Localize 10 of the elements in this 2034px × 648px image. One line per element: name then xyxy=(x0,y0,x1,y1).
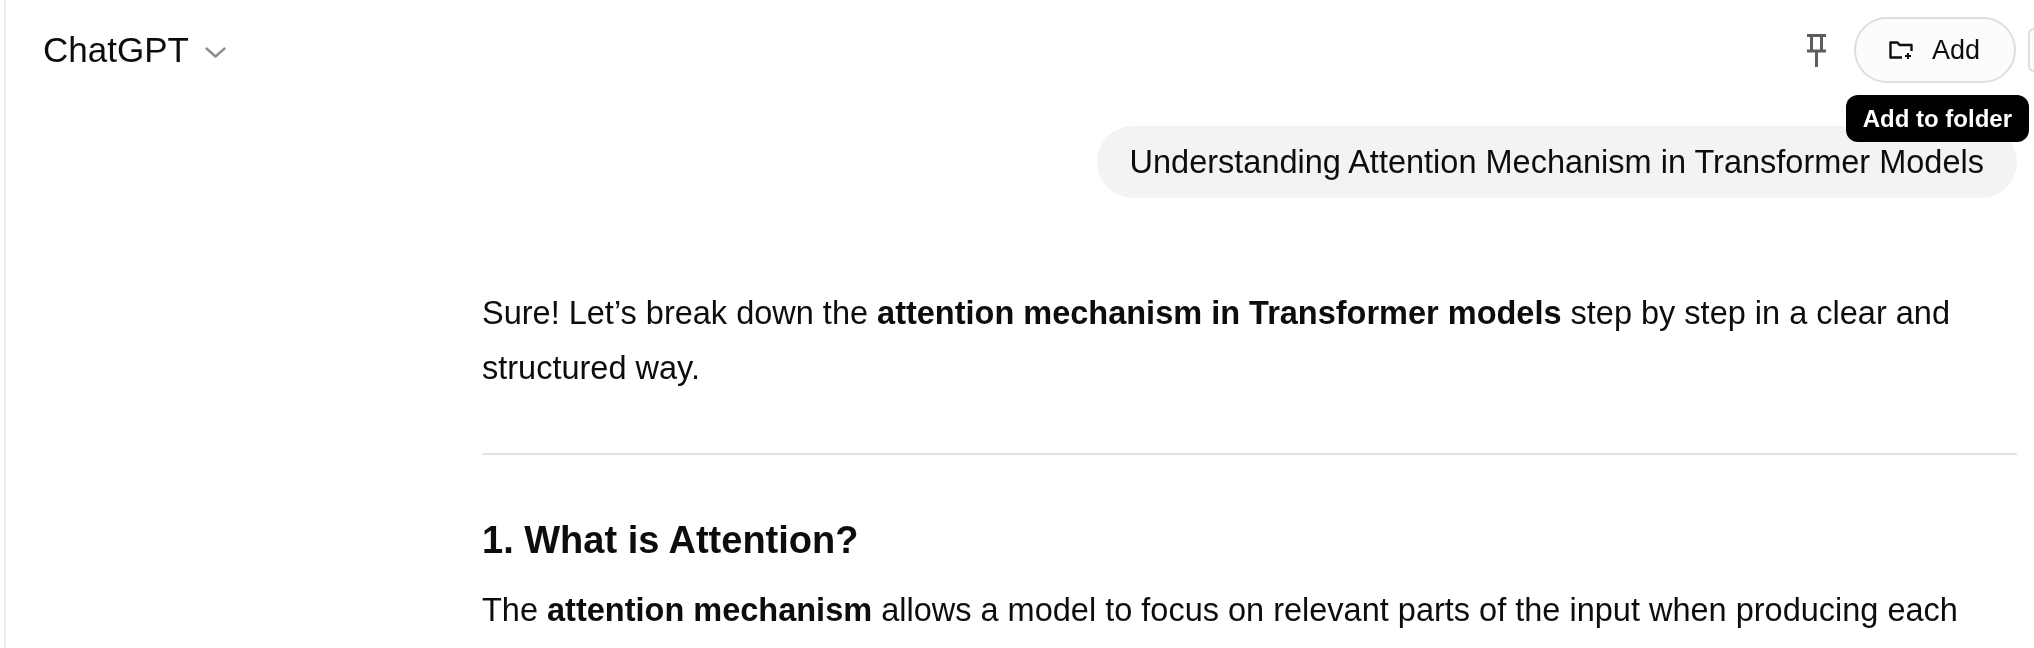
folder-icon xyxy=(1889,41,1913,59)
section-heading: 1. What is Attention? xyxy=(482,518,860,563)
user-message: Understanding Attention Mechanism in Transformer Models xyxy=(1096,126,2017,198)
model-selector[interactable]: ChatGPT xyxy=(43,30,226,70)
response-paragraph: The attention mechanism allows a model to focus on relevant parts of the input when producing each xyxy=(482,591,1959,630)
pin-icon[interactable] xyxy=(1806,33,1827,67)
tooltip: Add to folder xyxy=(1845,95,2029,142)
add-to-folder-button[interactable]: Add xyxy=(1854,17,2016,83)
response-paragraph: Sure! Let’s break down the attention mechanism in Transformer models step by step in a clear and structured way. xyxy=(482,294,1951,388)
chevron-down-icon xyxy=(204,46,226,58)
